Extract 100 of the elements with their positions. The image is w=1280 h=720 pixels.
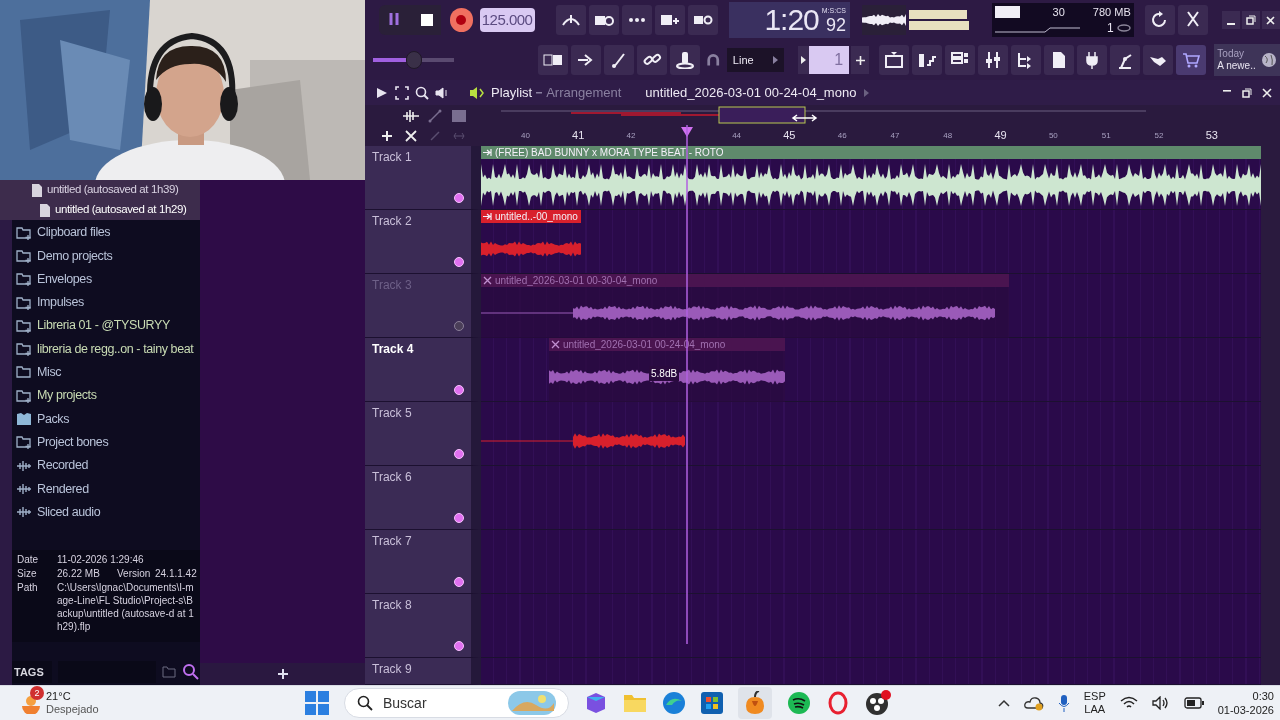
toolbar-button[interactable] bbox=[912, 45, 943, 75]
search-icon[interactable] bbox=[182, 663, 200, 681]
track-header[interactable]: Track 8 bbox=[365, 594, 481, 658]
app-icon[interactable] bbox=[584, 691, 608, 715]
search-field[interactable]: Buscar bbox=[344, 688, 569, 718]
folder-item[interactable]: Project bones bbox=[12, 430, 200, 454]
wifi-icon[interactable] bbox=[1119, 696, 1138, 710]
pen-line-icon[interactable] bbox=[428, 108, 442, 123]
folder-item[interactable]: Rendered bbox=[12, 477, 200, 501]
file-item[interactable]: untitled (autosaved at 1h39) bbox=[0, 180, 200, 200]
cloud-icon[interactable] bbox=[1023, 695, 1044, 711]
track-header[interactable]: Track 5 bbox=[365, 402, 481, 466]
restore-icon[interactable] bbox=[1242, 87, 1252, 98]
browser-icon[interactable] bbox=[662, 691, 686, 715]
toolbar-button[interactable] bbox=[588, 5, 619, 35]
toolbar-button[interactable] bbox=[1178, 5, 1209, 35]
microphone-icon[interactable] bbox=[1057, 694, 1070, 712]
music-icon[interactable] bbox=[787, 691, 811, 715]
taskbar-button[interactable] bbox=[738, 687, 772, 719]
toolbar-button[interactable] bbox=[621, 5, 652, 35]
speaker-icon[interactable] bbox=[1151, 696, 1170, 710]
toolbar-button[interactable] bbox=[1044, 45, 1075, 75]
chevron-up-icon[interactable] bbox=[997, 699, 1010, 707]
track-header[interactable]: Track 6 bbox=[365, 466, 481, 530]
track-header[interactable]: Track 1 bbox=[365, 146, 481, 210]
globe-icon bbox=[1261, 52, 1277, 68]
minimize-button[interactable] bbox=[1222, 11, 1240, 29]
folder-item[interactable]: My projects bbox=[12, 384, 200, 408]
audio-clip[interactable]: (FREE) BAD BUNNY x MORA TYPE BEAT - ROTO bbox=[481, 146, 1261, 210]
record-button[interactable] bbox=[450, 8, 473, 32]
news-panel[interactable]: Today A newe.. bbox=[1214, 44, 1280, 76]
speaker-icon[interactable] bbox=[469, 84, 485, 101]
windows-icon[interactable] bbox=[305, 691, 329, 715]
folder-item[interactable]: Demo projects bbox=[12, 244, 200, 268]
pause-button[interactable] bbox=[387, 13, 401, 27]
plus-icon[interactable] bbox=[381, 130, 393, 143]
audio-clip[interactable]: untitled..-00_mono bbox=[481, 210, 581, 274]
folder-item[interactable]: Misc bbox=[12, 360, 200, 385]
track-header[interactable]: Track 7 bbox=[365, 530, 481, 594]
toolbar-button[interactable] bbox=[604, 45, 635, 75]
toolbar-button[interactable] bbox=[538, 45, 569, 75]
folder-item[interactable]: libreria de regg..on - tainy beat bbox=[12, 337, 200, 361]
folder-plus-icon bbox=[16, 271, 32, 288]
close-icon[interactable] bbox=[405, 130, 417, 143]
folder-item[interactable]: Sliced audio bbox=[12, 500, 200, 524]
vertical-scrollbar[interactable] bbox=[1261, 105, 1280, 685]
folder-item[interactable]: Libreria 01 - @TYSURYY bbox=[12, 314, 200, 338]
track-header[interactable]: Track 4 bbox=[365, 338, 481, 402]
file-item[interactable]: untitled (autosaved at 1h29) bbox=[0, 200, 200, 220]
toolbar-button[interactable] bbox=[1077, 45, 1108, 75]
folder-item[interactable]: Recorded bbox=[12, 453, 200, 478]
toolbar-button[interactable] bbox=[1143, 45, 1174, 75]
keys-icon[interactable] bbox=[452, 109, 466, 122]
track-mute-button[interactable] bbox=[454, 321, 464, 331]
toolbar-button[interactable] bbox=[945, 45, 976, 75]
close-button[interactable] bbox=[1262, 11, 1280, 29]
toolbar-button[interactable] bbox=[1110, 45, 1141, 75]
box-icon bbox=[16, 411, 32, 427]
track-header[interactable]: Track 2 bbox=[365, 210, 481, 274]
pattern-arrow-button[interactable] bbox=[798, 46, 809, 74]
record-app-icon[interactable] bbox=[865, 690, 891, 716]
close-icon[interactable] bbox=[1262, 87, 1272, 98]
track-header[interactable]: Track 9 bbox=[365, 658, 481, 685]
language-indicator[interactable]: ESP LAA bbox=[1083, 690, 1106, 716]
snap-dropdown[interactable]: Line bbox=[726, 48, 785, 72]
store-icon[interactable] bbox=[701, 692, 723, 714]
plus-icon[interactable] bbox=[276, 668, 289, 680]
info-value: C:\Users\Ignac\Documents\I-mage-Line\FL Studio\Project-s\Backup\untitled (autosave-d at 1h29).flp bbox=[57, 581, 195, 633]
toolbar-button[interactable] bbox=[687, 5, 718, 35]
select-icon[interactable] bbox=[395, 85, 409, 100]
magnet-icon[interactable] bbox=[706, 52, 721, 68]
folder-item[interactable]: Packs bbox=[12, 407, 200, 431]
folder-item[interactable]: Clipboard files bbox=[12, 221, 200, 245]
arrow-icon[interactable] bbox=[375, 85, 389, 100]
ring-icon[interactable] bbox=[826, 691, 850, 715]
folder-item[interactable]: Impulses bbox=[12, 290, 200, 315]
toolbar-button[interactable] bbox=[571, 45, 602, 75]
toolbar-button[interactable] bbox=[978, 45, 1009, 75]
time-centiseconds: 92 bbox=[825, 15, 846, 35]
toolbar-button[interactable] bbox=[637, 45, 668, 75]
restore-button[interactable] bbox=[1242, 11, 1260, 29]
toolbar-button[interactable] bbox=[1145, 5, 1176, 35]
speaker-icon[interactable] bbox=[435, 85, 449, 100]
battery-icon[interactable] bbox=[1183, 697, 1204, 709]
toolbar-button[interactable] bbox=[1011, 45, 1042, 75]
waveform-icon[interactable] bbox=[402, 109, 420, 122]
tempo-field[interactable]: 125.000 bbox=[479, 8, 535, 32]
audio-clip[interactable]: untitled_2026-03-01 00-30-04_mono bbox=[481, 274, 1009, 338]
news-text: A newe.. bbox=[1217, 60, 1256, 72]
taskbar-clock[interactable]: 0:30 01-03-2026 bbox=[1217, 689, 1274, 717]
bar-number: 41 bbox=[572, 128, 585, 144]
search-placeholder: Buscar bbox=[383, 693, 427, 713]
add-pattern-button[interactable] bbox=[851, 46, 870, 74]
toolbar-button[interactable] bbox=[555, 5, 586, 35]
toolbar-button[interactable] bbox=[670, 45, 701, 75]
toolbar-button[interactable] bbox=[654, 5, 685, 35]
toolbar-button[interactable] bbox=[1176, 45, 1207, 75]
folder-item[interactable]: Envelopes bbox=[12, 267, 200, 291]
zoom-icon[interactable] bbox=[415, 85, 429, 100]
toolbar-button[interactable] bbox=[879, 45, 910, 75]
